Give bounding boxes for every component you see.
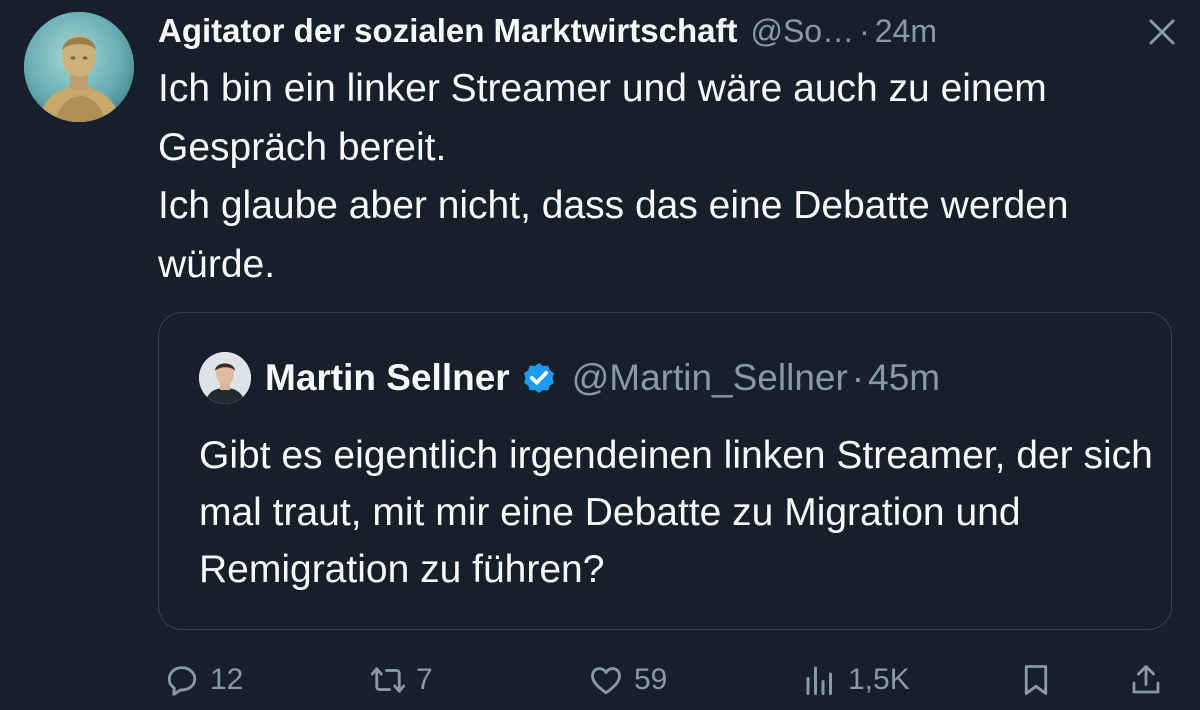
reply-icon <box>167 666 197 696</box>
reply-count: 12 <box>210 663 244 696</box>
heart-icon <box>591 667 621 695</box>
quoted-tweet-header: Martin Sellner @Martin_Sellner · 45m <box>199 349 940 407</box>
quoted-author-avatar[interactable] <box>199 352 251 404</box>
quoted-tweet-text: Gibt es eigentlich irgendeinen linken St… <box>199 434 1153 591</box>
header-separator: · <box>859 12 870 49</box>
reply-button[interactable]: 12 <box>164 660 243 700</box>
retweet-button[interactable]: 7 <box>370 660 433 700</box>
person-avatar-icon <box>199 352 251 404</box>
author-avatar[interactable] <box>24 12 134 122</box>
like-button[interactable]: 59 <box>588 660 667 700</box>
tweet-text: Ich bin ein linker Streamer und wäre auc… <box>158 67 1069 286</box>
retweet-icon <box>370 667 406 693</box>
bookmark-button[interactable] <box>1018 660 1054 700</box>
tweet-timestamp[interactable]: 24m <box>875 13 937 50</box>
share-button[interactable] <box>1128 660 1164 700</box>
quoted-tweet[interactable]: Martin Sellner @Martin_Sellner · 45m Gib… <box>158 312 1172 630</box>
quoted-header-separator: · <box>851 357 865 398</box>
bookmark-icon <box>1024 665 1048 695</box>
views-button[interactable]: 1,5K <box>802 660 910 700</box>
tweet: Agitator der sozialen Marktwirtschaft @S… <box>0 0 1200 710</box>
author-handle[interactable]: @So… <box>750 13 854 50</box>
action-bar: 12 7 59 1,5K <box>158 650 1178 710</box>
like-count: 59 <box>634 663 668 696</box>
tweet-header: Agitator der sozialen Marktwirtschaft @S… <box>158 10 1158 52</box>
verified-badge-icon <box>523 362 554 394</box>
retweet-count: 7 <box>416 663 433 696</box>
quoted-author-display-name[interactable]: Martin Sellner <box>265 357 510 399</box>
close-button[interactable] <box>1142 12 1182 52</box>
close-icon <box>1149 19 1175 45</box>
author-display-name[interactable]: Agitator der sozialen Marktwirtschaft <box>158 12 737 50</box>
roman-bust-avatar-icon <box>24 12 134 122</box>
share-icon <box>1132 665 1160 694</box>
quoted-author-handle[interactable]: @Martin_Sellner <box>572 357 848 399</box>
quoted-tweet-timestamp[interactable]: 45m <box>868 357 940 399</box>
views-count: 1,5K <box>848 663 910 696</box>
views-chart-icon <box>806 666 832 695</box>
